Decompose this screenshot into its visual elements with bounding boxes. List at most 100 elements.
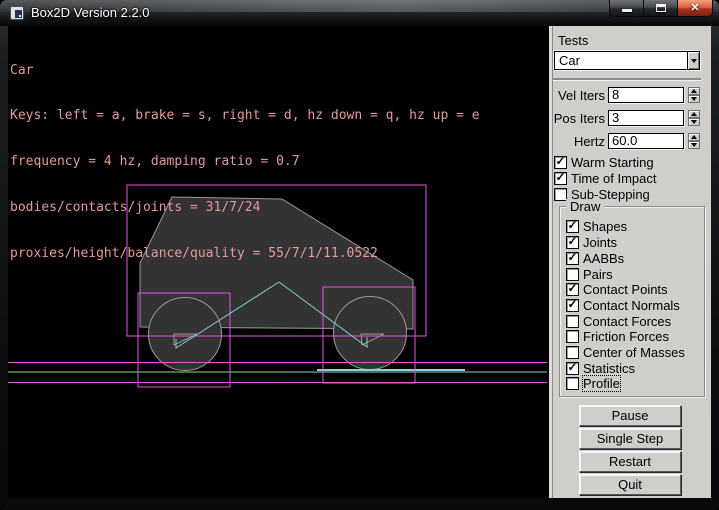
- dropdown-arrow-button[interactable]: [687, 52, 699, 69]
- checkbox-contact-normals[interactable]: ✓ Contact Normals: [566, 298, 680, 312]
- checkbox-label: Pairs: [583, 267, 613, 282]
- spinner-up-button[interactable]: [688, 110, 700, 118]
- app-icon: [10, 6, 24, 20]
- checkbox-time-of-impact[interactable]: ✓ Time of Impact: [554, 171, 656, 185]
- draw-group: Draw ✓ Shapes ✓ Joints ✓ AABBs Pairs: [559, 206, 705, 397]
- hertz-spinner: [688, 133, 700, 149]
- arrow-up-icon: [691, 89, 697, 93]
- checkbox-box[interactable]: ✓: [554, 172, 567, 185]
- checkbox-box[interactable]: [566, 346, 579, 359]
- frequency-line: frequency = 4 hz, damping ratio = 0.7: [10, 154, 480, 169]
- pause-button[interactable]: Pause: [579, 405, 681, 426]
- vel-iters-label: Vel Iters: [549, 88, 605, 103]
- checkbox-label: Center of Masses: [583, 345, 685, 360]
- window-controls: ✕: [609, 0, 713, 17]
- minimize-button[interactable]: [610, 0, 644, 16]
- check-icon: ✓: [567, 219, 577, 231]
- checkbox-statistics[interactable]: ✓ Statistics: [566, 361, 635, 375]
- tests-dropdown[interactable]: Car: [554, 51, 700, 70]
- checkbox-center-of-masses[interactable]: Center of Masses: [566, 345, 685, 359]
- checkbox-box[interactable]: [566, 315, 579, 328]
- maximize-icon: [656, 4, 666, 12]
- single-step-button-label: Single Step: [597, 431, 664, 446]
- pos-iters-row: Pos Iters 3: [549, 110, 711, 126]
- keys-help: Keys: left = a, brake = s, right = d, hz…: [10, 108, 480, 123]
- checkbox-joints[interactable]: ✓ Joints: [566, 235, 617, 249]
- checkbox-label: Time of Impact: [571, 171, 656, 186]
- window-title: Box2D Version 2.2.0: [31, 5, 150, 20]
- checkbox-box[interactable]: ✓: [566, 236, 579, 249]
- checkbox-label: Contact Points: [583, 282, 668, 297]
- checkbox-warm-starting[interactable]: ✓ Warm Starting: [554, 155, 654, 169]
- checkbox-box[interactable]: [566, 268, 579, 281]
- pause-button-label: Pause: [612, 408, 649, 423]
- checkbox-contact-forces[interactable]: Contact Forces: [566, 314, 671, 328]
- vel-iters-spinner: [688, 87, 700, 103]
- check-icon: ✓: [555, 171, 565, 183]
- proxies-line: proxies/height/balance/quality = 55/7/1/…: [10, 246, 480, 261]
- car-wheel-right: [334, 297, 407, 370]
- checkbox-box[interactable]: ✓: [566, 362, 579, 375]
- hertz-input[interactable]: 60.0: [608, 133, 684, 149]
- arrow-up-icon: [691, 112, 697, 116]
- draw-group-title: Draw: [566, 199, 604, 214]
- checkbox-box[interactable]: ✓: [566, 252, 579, 265]
- checkbox-label: Contact Forces: [583, 314, 671, 329]
- single-step-button[interactable]: Single Step: [579, 428, 681, 449]
- check-icon: ✓: [567, 282, 577, 294]
- checkbox-box[interactable]: ✓: [566, 283, 579, 296]
- simulation-canvas[interactable]: Car Keys: left = a, brake = s, right = d…: [8, 26, 549, 498]
- pos-iters-label: Pos Iters: [549, 111, 605, 126]
- check-icon: ✓: [567, 361, 577, 373]
- app-icon-dot: [19, 15, 21, 17]
- checkbox-profile[interactable]: Profile: [566, 376, 620, 390]
- vel-iters-row: Vel Iters 8: [549, 87, 711, 103]
- checkbox-shapes[interactable]: ✓ Shapes: [566, 219, 627, 233]
- checkbox-label: Joints: [583, 235, 617, 250]
- checkbox-pairs[interactable]: Pairs: [566, 267, 613, 281]
- bodies-line: bodies/contacts/joints = 31/7/24: [10, 200, 480, 215]
- tests-label: Tests: [558, 33, 588, 48]
- checkbox-label: Warm Starting: [571, 155, 654, 170]
- hertz-label: Hertz: [549, 134, 605, 149]
- checkbox-box[interactable]: [566, 377, 579, 390]
- checkbox-label: Profile: [583, 376, 620, 391]
- checkbox-box[interactable]: ✓: [566, 220, 579, 233]
- checkbox-friction-forces[interactable]: Friction Forces: [566, 329, 669, 343]
- spinner-down-button[interactable]: [688, 141, 700, 149]
- minimize-icon: [622, 9, 632, 12]
- spinner-down-button[interactable]: [688, 118, 700, 126]
- restart-button-label: Restart: [609, 454, 651, 469]
- title-bar[interactable]: Box2D Version 2.2.0 ✕: [0, 0, 719, 26]
- quit-button[interactable]: Quit: [579, 474, 681, 495]
- close-button[interactable]: ✕: [678, 0, 712, 16]
- checkbox-box[interactable]: [566, 330, 579, 343]
- spinner-up-button[interactable]: [688, 133, 700, 141]
- close-icon: ✕: [690, 3, 699, 14]
- pos-iters-input[interactable]: 3: [608, 110, 684, 126]
- chevron-down-icon: [691, 59, 697, 63]
- arrow-down-icon: [691, 143, 697, 147]
- spinner-up-button[interactable]: [688, 87, 700, 95]
- checkbox-box[interactable]: ✓: [554, 156, 567, 169]
- maximize-button[interactable]: [644, 0, 678, 16]
- tests-dropdown-value: Car: [555, 53, 687, 68]
- arrow-up-icon: [691, 135, 697, 139]
- control-panel: Tests Car Vel Iters 8 Pos Iters 3: [549, 26, 711, 498]
- checkbox-label: Shapes: [583, 219, 627, 234]
- pos-iters-spinner: [688, 110, 700, 126]
- checkbox-contact-points[interactable]: ✓ Contact Points: [566, 282, 668, 296]
- hertz-row: Hertz 60.0: [549, 133, 711, 149]
- check-icon: ✓: [567, 298, 577, 310]
- spinner-down-button[interactable]: [688, 95, 700, 103]
- separator: [553, 78, 701, 80]
- vel-iters-input[interactable]: 8: [608, 87, 684, 103]
- window-content: Car Keys: left = a, brake = s, right = d…: [8, 26, 711, 498]
- checkbox-box[interactable]: ✓: [566, 299, 579, 312]
- restart-button[interactable]: Restart: [579, 451, 681, 472]
- checkbox-aabbs[interactable]: ✓ AABBs: [566, 251, 624, 265]
- box2d-window: Box2D Version 2.2.0 ✕: [0, 0, 719, 510]
- checkbox-label: Statistics: [583, 361, 635, 376]
- statistics-text: Car Keys: left = a, brake = s, right = d…: [10, 32, 480, 292]
- quit-button-label: Quit: [618, 477, 642, 492]
